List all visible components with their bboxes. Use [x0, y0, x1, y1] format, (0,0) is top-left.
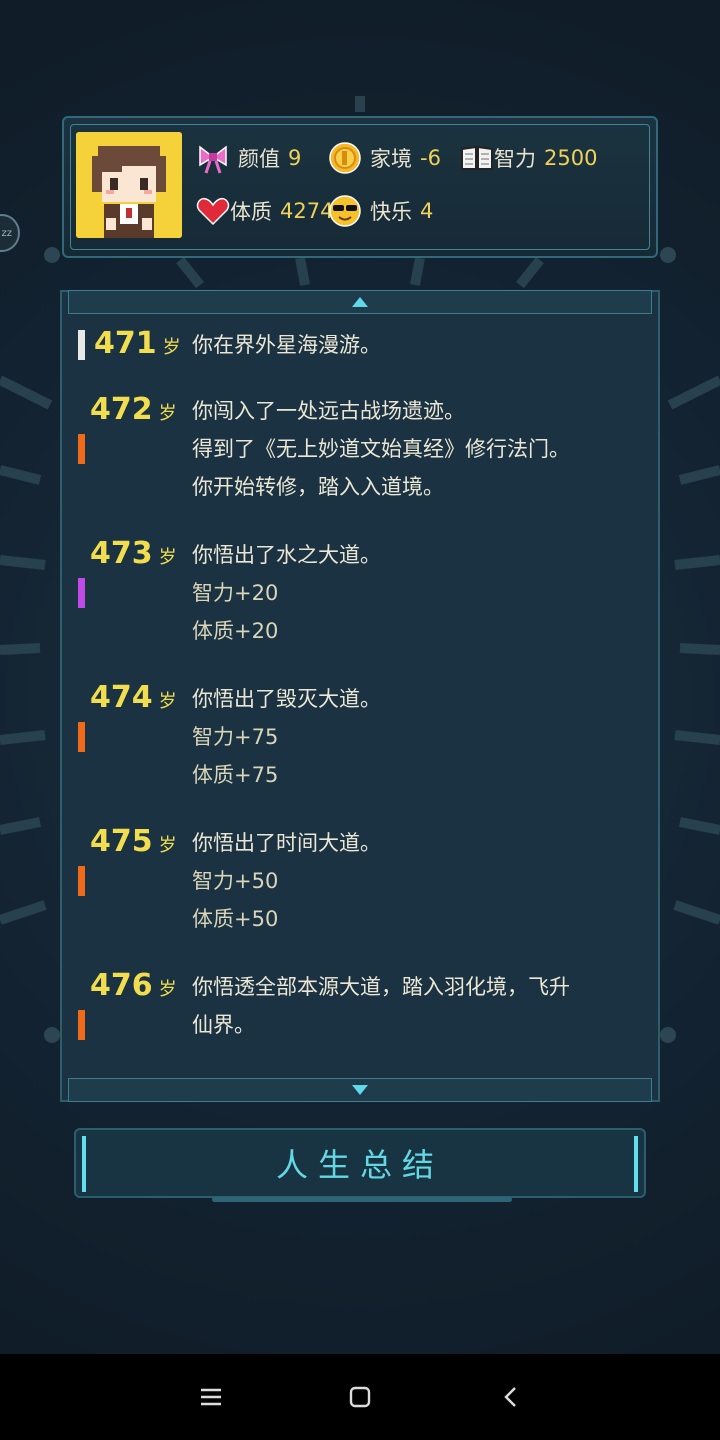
stat-label: 颜值	[238, 147, 280, 171]
life-log-list[interactable]: 471 岁 你在界外星海漫游。 472 岁 你闯入了一处远古战场遗迹。 得到了《无上…	[62, 318, 658, 1056]
home-square-icon	[349, 1386, 371, 1408]
log-line: 体质+75	[192, 763, 279, 787]
stat-value: 4	[420, 199, 434, 223]
rarity-marker	[78, 434, 85, 464]
stat-value: 9	[288, 146, 302, 170]
heart-icon	[196, 197, 230, 226]
log-line: 体质+50	[192, 907, 279, 931]
back-button[interactable]	[494, 1380, 528, 1414]
stat-family: 家境 -6	[328, 138, 441, 178]
up-arrow-icon	[352, 297, 368, 307]
stat-label: 快乐	[370, 200, 412, 224]
stat-intellect: 智力 2500	[460, 138, 597, 178]
stat-value: -6	[420, 146, 441, 170]
sunglasses-face-icon	[329, 195, 361, 227]
age-label: 472 岁	[90, 392, 177, 427]
rarity-marker	[78, 578, 85, 608]
log-line: 仙界。	[192, 1013, 255, 1037]
life-summary-label: 人生总结	[275, 1146, 444, 1184]
character-avatar	[76, 132, 182, 238]
home-button[interactable]	[343, 1380, 377, 1414]
button-edge	[634, 1136, 638, 1192]
pixel-character-icon	[76, 132, 182, 238]
age-label: 474 岁	[90, 680, 177, 715]
back-chevron-icon	[504, 1387, 516, 1407]
stat-happiness: 快乐 4	[328, 191, 433, 231]
log-line: 智力+75	[192, 725, 279, 749]
log-line: 你悟出了水之大道。	[192, 543, 381, 567]
down-arrow-icon	[352, 1085, 368, 1095]
age-label: 471 岁	[94, 326, 181, 361]
stat-label: 家境	[370, 147, 412, 171]
log-line: 你闯入了一处远古战场遗迹。	[192, 399, 465, 423]
rarity-marker	[78, 330, 85, 360]
scroll-up-button[interactable]	[68, 290, 652, 314]
scroll-down-button[interactable]	[68, 1078, 652, 1102]
log-line: 你在界外星海漫游。	[192, 333, 381, 357]
log-line: 得到了《无上妙道文始真经》修行法门。	[192, 437, 570, 461]
log-line: 你开始转修，踏入入道境。	[192, 475, 444, 499]
rarity-marker	[78, 1010, 85, 1040]
system-nav-bar	[0, 1354, 720, 1440]
side-sleep-badge[interactable]: zz	[0, 214, 20, 252]
log-line: 你悟透全部本源大道，踏入羽化境，飞升	[192, 975, 570, 999]
log-line: 你悟出了毁灭大道。	[192, 687, 381, 711]
recent-apps-button[interactable]	[194, 1380, 228, 1414]
age-label: 475 岁	[90, 824, 177, 859]
book-icon	[461, 145, 493, 170]
stat-label: 体质	[230, 200, 272, 224]
stat-looks: 颜值 9	[196, 138, 301, 178]
button-underbar	[212, 1197, 512, 1202]
log-line: 智力+50	[192, 869, 279, 893]
coin-icon	[329, 142, 361, 174]
life-summary-button[interactable]: 人生总结	[74, 1128, 646, 1202]
ribbon-icon	[199, 145, 227, 174]
stat-physique: 体质 4274	[196, 191, 333, 231]
age-label: 476 岁	[90, 968, 177, 1003]
rarity-marker	[78, 866, 85, 896]
rarity-marker	[78, 722, 85, 752]
log-line: 你悟出了时间大道。	[192, 831, 381, 855]
log-line: 智力+20	[192, 581, 279, 605]
age-label: 473 岁	[90, 536, 177, 571]
menu-icon	[201, 1388, 221, 1406]
log-line: 体质+20	[192, 619, 279, 643]
stat-value: 2500	[544, 146, 598, 170]
stat-label: 智力	[494, 147, 536, 171]
button-edge	[82, 1136, 86, 1192]
stat-value: 4274	[280, 199, 334, 223]
